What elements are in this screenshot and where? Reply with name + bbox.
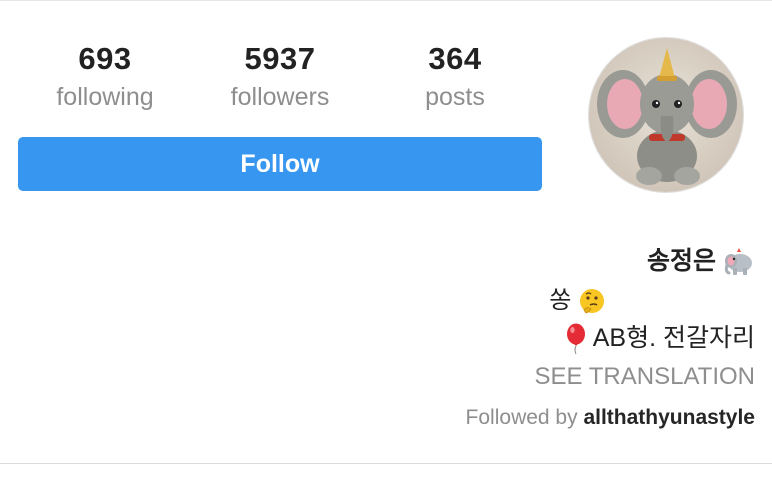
bio-line-1-text: 쏭 — [549, 287, 572, 314]
profile-name-text: 송정은 — [647, 247, 717, 275]
stat-posts[interactable]: 364 posts — [365, 36, 545, 114]
elephant-icon — [724, 248, 752, 276]
bio-line-2: AB형. 전갈자리 — [565, 320, 755, 356]
followers-label: followers — [230, 83, 330, 111]
stat-following[interactable]: 693 following — [15, 36, 195, 114]
bio-line-2-text: AB형. 전갈자리 — [592, 324, 755, 352]
profile-name: 송정은 — [647, 243, 755, 279]
posts-label: posts — [425, 83, 485, 111]
balloon-icon — [567, 323, 586, 355]
stat-followers[interactable]: 5937 followers — [190, 36, 370, 114]
dumbo-plush-photo — [589, 38, 743, 192]
following-count: 693 — [78, 41, 132, 76]
following-label: following — [56, 83, 154, 111]
bio-line-1: 쏭 — [549, 284, 606, 318]
see-translation-link[interactable]: SEE TRANSLATION — [535, 360, 756, 394]
top-divider — [0, 0, 772, 1]
followed-by: Followed by allthathyunastyle — [466, 403, 755, 433]
posts-count: 364 — [428, 41, 482, 76]
thinking-face-icon — [580, 288, 604, 314]
follow-button[interactable]: Follow — [18, 137, 542, 191]
followers-count: 5937 — [244, 41, 316, 76]
followed-by-user-link[interactable]: allthathyunastyle — [583, 406, 755, 429]
avatar[interactable] — [588, 37, 744, 193]
followed-by-prefix: Followed by — [465, 406, 584, 429]
bottom-divider — [0, 463, 772, 464]
